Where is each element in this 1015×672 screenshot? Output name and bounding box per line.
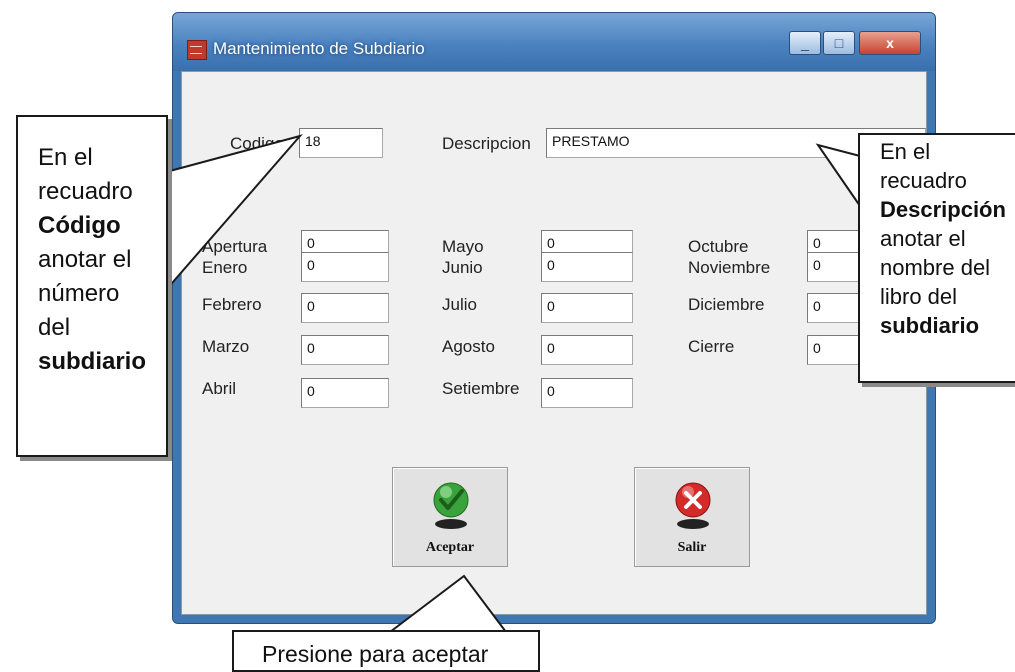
codigo-callout: En el recuadro Código anotar el número d… — [16, 115, 168, 457]
descripcion-callout: En el recuadro Descripción anotar el nom… — [858, 133, 1015, 383]
